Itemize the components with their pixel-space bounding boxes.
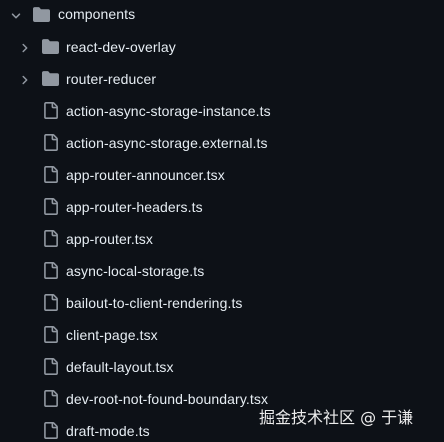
watermark: 掘金技术社区 @ 于谦 <box>259 408 414 427</box>
tree-item-file[interactable]: app-router-headers.ts <box>0 192 444 224</box>
tree-item-label: react-dev-overlay <box>66 39 176 55</box>
file-icon <box>42 262 59 279</box>
tree-item-label: async-local-storage.ts <box>66 263 205 279</box>
folder-icon <box>42 70 59 87</box>
file-icon <box>42 102 59 119</box>
tree-item-folder[interactable]: router-reducer <box>0 64 444 96</box>
tree-item-file[interactable]: async-local-storage.ts <box>0 256 444 288</box>
folder-icon <box>42 38 59 55</box>
tree-item-label: router-reducer <box>66 71 157 87</box>
file-icon <box>42 326 59 343</box>
chevron-down-icon[interactable] <box>11 11 21 21</box>
tree-item-file[interactable]: action-async-storage.external.ts <box>0 128 444 160</box>
chevron-right-icon[interactable] <box>20 43 30 53</box>
file-icon <box>42 198 59 215</box>
file-icon <box>42 166 59 183</box>
tree-item-file[interactable]: app-router-announcer.tsx <box>0 160 444 192</box>
tree-item-file[interactable]: client-page.tsx <box>0 320 444 352</box>
tree-item-file[interactable]: app-router.tsx <box>0 224 444 256</box>
file-icon <box>42 230 59 247</box>
tree-item-label: dev-root-not-found-boundary.tsx <box>66 391 269 407</box>
file-icon <box>42 294 59 311</box>
folder-icon <box>33 6 50 23</box>
file-tree: components react-dev-overlay router-reduc… <box>0 0 444 442</box>
tree-item-label: app-router-announcer.tsx <box>66 167 225 183</box>
file-icon <box>42 390 59 407</box>
file-icon <box>42 358 59 375</box>
tree-item-label: default-layout.tsx <box>66 359 174 375</box>
tree-item-label: app-router-headers.ts <box>66 199 203 215</box>
tree-item-label: app-router.tsx <box>66 231 153 247</box>
tree-item-file[interactable]: action-async-storage-instance.ts <box>0 96 444 128</box>
tree-item-label: action-async-storage-instance.ts <box>66 103 271 119</box>
tree-item-label: client-page.tsx <box>66 327 158 343</box>
file-icon <box>42 422 59 439</box>
tree-item-file[interactable]: default-layout.tsx <box>0 352 444 384</box>
tree-item-folder[interactable]: react-dev-overlay <box>0 32 444 64</box>
chevron-right-icon[interactable] <box>20 75 30 85</box>
tree-item-label: draft-mode.ts <box>66 423 150 439</box>
tree-item-label: components <box>58 6 136 22</box>
tree-item-label: action-async-storage.external.ts <box>66 135 268 151</box>
tree-item-file[interactable]: bailout-to-client-rendering.ts <box>0 288 444 320</box>
file-icon <box>42 134 59 151</box>
tree-item-components[interactable]: components <box>0 0 444 32</box>
tree-item-label: bailout-to-client-rendering.ts <box>66 295 243 311</box>
